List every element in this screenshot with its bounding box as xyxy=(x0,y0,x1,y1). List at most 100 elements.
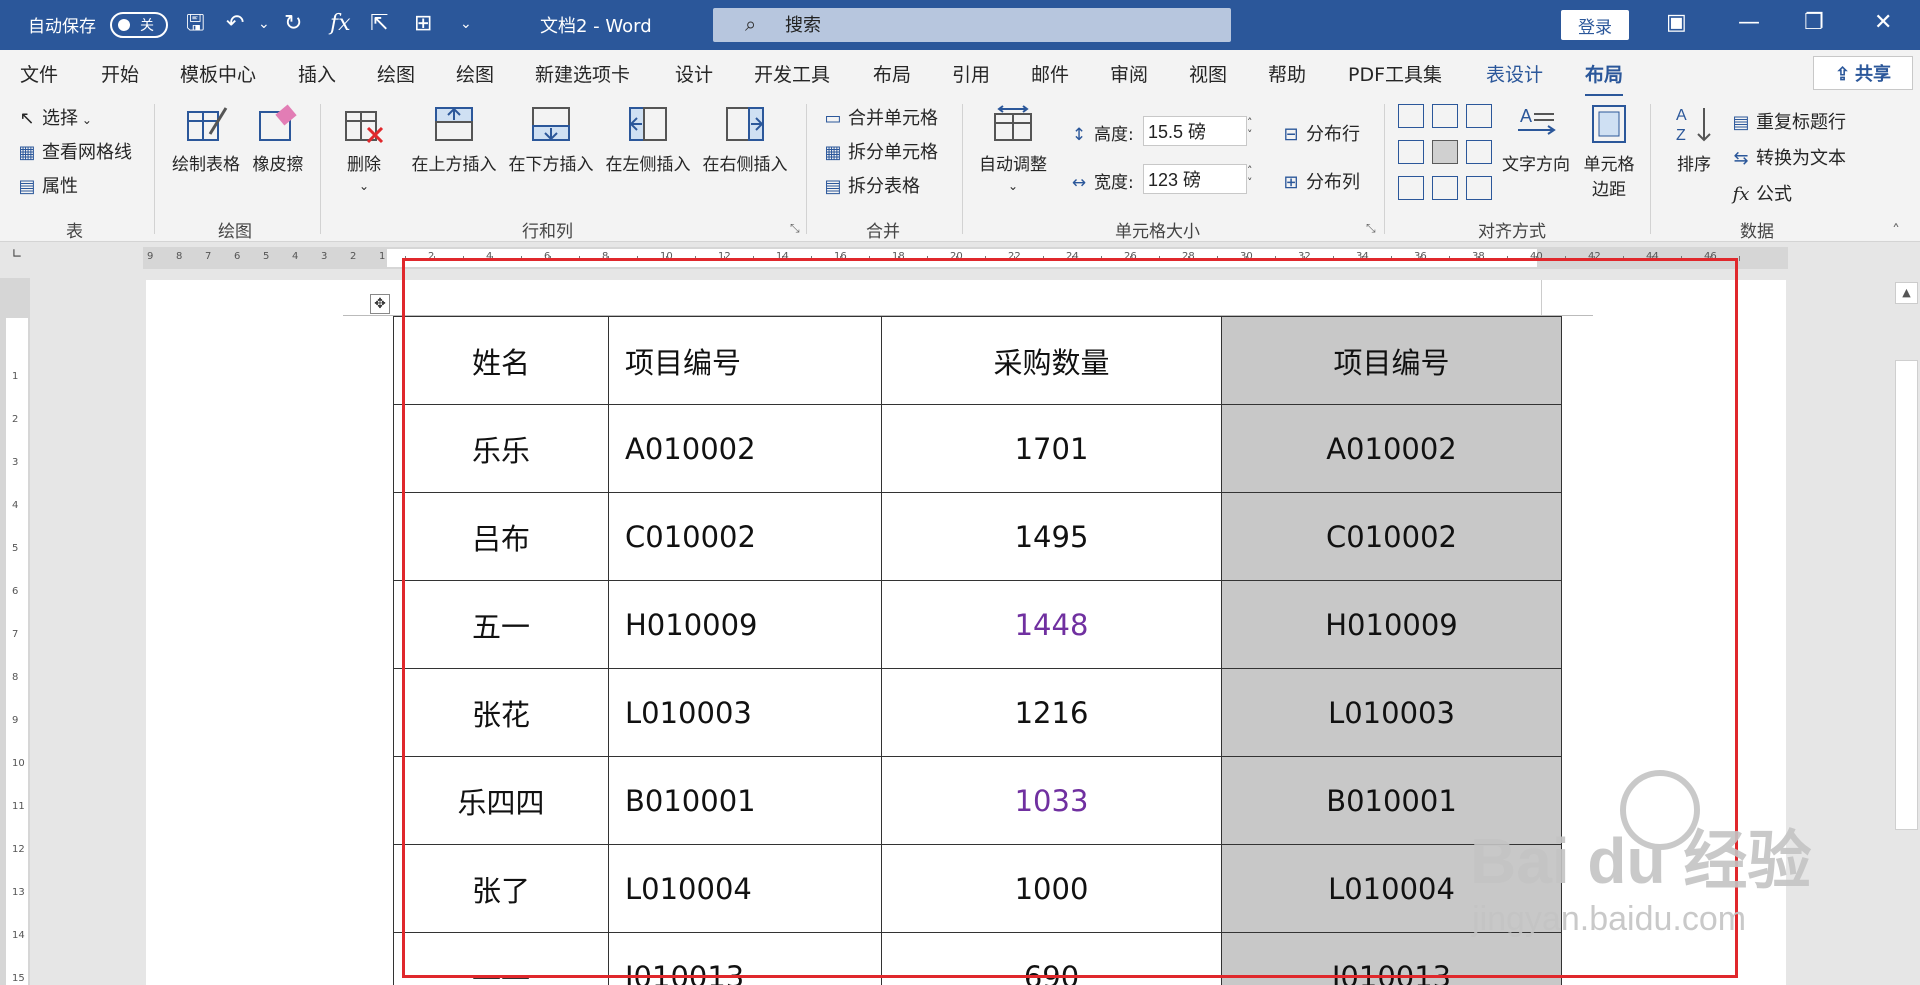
align-top-left-icon[interactable] xyxy=(1398,104,1424,128)
tab-review[interactable]: 审阅 xyxy=(1110,60,1148,87)
close-icon[interactable]: ✕ xyxy=(1874,10,1892,35)
cell-size-launcher-icon[interactable]: ⤡ xyxy=(1366,221,1376,236)
distribute-rows-button[interactable]: ⊟ 分布行 xyxy=(1280,120,1360,146)
select-button[interactable]: ↖ 选择 ⌄ xyxy=(16,104,91,130)
align-bottom-center-icon[interactable] xyxy=(1432,176,1458,200)
merge-cells-button[interactable]: ▭ 合并单元格 xyxy=(822,104,938,130)
align-top-right-icon[interactable] xyxy=(1466,104,1492,128)
insert-below-button[interactable]: 在下方插入 xyxy=(505,104,597,175)
scroll-up-icon[interactable]: ▲ xyxy=(1895,282,1918,304)
tab-design[interactable]: 设计 xyxy=(675,60,713,87)
table-cell[interactable]: 张花 xyxy=(393,668,609,757)
table-cell[interactable]: A010002 xyxy=(1221,404,1562,493)
table-cell[interactable]: 张了 xyxy=(393,844,609,933)
table-cell[interactable]: 690 xyxy=(881,932,1222,985)
split-table-button[interactable]: ▤ 拆分表格 xyxy=(822,172,920,198)
align-middle-right-icon[interactable] xyxy=(1466,140,1492,164)
insert-left-button[interactable]: 在左侧插入 xyxy=(602,104,694,175)
tab-new-tab[interactable]: 新建选项卡 xyxy=(535,60,630,87)
draw-table-button[interactable]: 绘制表格 xyxy=(168,104,244,175)
table-cell[interactable]: L010004 xyxy=(608,844,882,933)
tab-help[interactable]: 帮助 xyxy=(1268,60,1306,87)
repeat-header-button[interactable]: ▤ 重复标题行 xyxy=(1730,108,1846,134)
table-cell[interactable]: L010003 xyxy=(1221,668,1562,757)
align-bottom-right-icon[interactable] xyxy=(1466,176,1492,200)
table-cell[interactable]: C010002 xyxy=(1221,492,1562,581)
table-header-cell[interactable]: 姓名 xyxy=(393,316,609,405)
undo-dropdown-icon[interactable]: ⌄ xyxy=(258,10,270,38)
column-width-input[interactable] xyxy=(1143,164,1247,194)
tab-layout[interactable]: 布局 xyxy=(873,60,911,87)
properties-button[interactable]: ▤ 属性 xyxy=(16,172,78,198)
width-spinner-icon[interactable]: ˄ ˅ xyxy=(1247,165,1253,189)
tab-mailings[interactable]: 邮件 xyxy=(1031,60,1069,87)
redo-icon[interactable]: ↻ xyxy=(284,10,302,38)
rows-cols-launcher-icon[interactable]: ⤡ xyxy=(790,221,800,236)
autofit-button[interactable]: 自动调整 ⌄ xyxy=(972,104,1054,195)
table-cell[interactable]: 乐乐 xyxy=(393,404,609,493)
align-center-icon[interactable] xyxy=(1432,140,1458,164)
ribbon-display-icon[interactable]: ▣ xyxy=(1666,10,1687,35)
tab-references[interactable]: 引用 xyxy=(952,60,990,87)
tab-view[interactable]: 视图 xyxy=(1189,60,1227,87)
table-cell[interactable]: 一一 xyxy=(393,932,609,985)
undo-icon[interactable]: ↶ xyxy=(226,10,244,38)
share-button[interactable]: ⇪ 共享 xyxy=(1813,56,1913,90)
tab-file[interactable]: 文件 xyxy=(20,60,58,87)
vertical-ruler[interactable]: 1 2 3 4 5 6 7 8 9 10 11 12 13 14 15 xyxy=(0,278,30,985)
table-cell[interactable]: 1701 xyxy=(881,404,1222,493)
row-height-input[interactable] xyxy=(1143,116,1247,146)
align-middle-left-icon[interactable] xyxy=(1398,140,1424,164)
save-icon[interactable]: 🖫 xyxy=(186,10,205,38)
scroll-thumb[interactable] xyxy=(1895,360,1918,830)
data-table[interactable]: 姓名 项目编号 采购数量 项目编号 乐乐 A010002 1701 A01000… xyxy=(393,316,1562,985)
delete-button[interactable]: 删除 ⌄ xyxy=(334,104,394,195)
search-box[interactable]: ⌕ xyxy=(713,8,1231,42)
align-bottom-left-icon[interactable] xyxy=(1398,176,1424,200)
touch-mode-icon[interactable]: ⇱ xyxy=(370,10,388,38)
table-cell[interactable]: I010013 xyxy=(608,932,882,985)
tab-draw-2[interactable]: 绘图 xyxy=(456,60,494,87)
align-top-center-icon[interactable] xyxy=(1432,104,1458,128)
horizontal-ruler[interactable]: 9 8 7 6 5 4 3 2 1 2 4 6 8 10 12 14 16 18 20 22 24 26 28 30 32 34 3… xyxy=(143,247,1788,269)
tab-table-design[interactable]: 表设计 xyxy=(1486,60,1543,87)
login-button[interactable]: 登录 xyxy=(1561,10,1629,40)
tab-selector[interactable]: ∟ xyxy=(0,247,34,269)
vertical-scrollbar[interactable]: ▲ xyxy=(1893,280,1920,985)
tab-draw-1[interactable]: 绘图 xyxy=(377,60,415,87)
tab-templates[interactable]: 模板中心 xyxy=(180,60,256,87)
formula-button[interactable]: fx 公式 xyxy=(1730,180,1792,206)
table-cell[interactable]: A010002 xyxy=(608,404,882,493)
table-cell[interactable]: H010009 xyxy=(1221,580,1562,669)
table-cell[interactable]: 吕布 xyxy=(393,492,609,581)
sort-button[interactable]: AZ 排序 xyxy=(1662,104,1726,175)
text-direction-button[interactable]: A 文字方向 xyxy=(1496,104,1576,175)
insert-above-button[interactable]: 在上方插入 xyxy=(408,104,500,175)
hierarchy-icon[interactable]: ⊞ xyxy=(414,10,432,38)
table-header-cell[interactable]: 项目编号 xyxy=(608,316,882,405)
table-cell[interactable]: H010009 xyxy=(608,580,882,669)
formula-icon[interactable]: fx xyxy=(330,10,351,38)
table-cell[interactable]: 五一 xyxy=(393,580,609,669)
table-cell[interactable]: 乐四四 xyxy=(393,756,609,845)
table-move-handle-icon[interactable]: ✥ xyxy=(370,294,390,314)
collapse-ribbon-icon[interactable]: ˄ xyxy=(1892,221,1900,240)
tab-table-layout[interactable]: 布局 xyxy=(1585,60,1624,97)
minimize-icon[interactable]: — xyxy=(1738,10,1760,35)
search-input[interactable] xyxy=(785,13,1205,37)
table-header-cell[interactable]: 项目编号 xyxy=(1221,316,1562,405)
view-gridlines-button[interactable]: ▦ 查看网格线 xyxy=(16,138,132,164)
table-cell[interactable]: 1000 xyxy=(881,844,1222,933)
table-cell[interactable]: C010002 xyxy=(608,492,882,581)
customize-toolbar-icon[interactable]: ⌄ xyxy=(460,10,472,38)
tab-home[interactable]: 开始 xyxy=(101,60,139,87)
tab-pdf-tools[interactable]: PDF工具集 xyxy=(1348,60,1442,87)
table-cell[interactable]: L010003 xyxy=(608,668,882,757)
table-cell-highlighted[interactable]: 1448 xyxy=(881,580,1222,669)
tab-insert[interactable]: 插入 xyxy=(298,60,336,87)
distribute-cols-button[interactable]: ⊞ 分布列 xyxy=(1280,168,1360,194)
table-header-cell[interactable]: 采购数量 xyxy=(881,316,1222,405)
restore-icon[interactable]: ❐ xyxy=(1804,10,1824,35)
convert-to-text-button[interactable]: ⇆ 转换为文本 xyxy=(1730,144,1846,170)
height-spinner-icon[interactable]: ˄ ˅ xyxy=(1247,117,1253,141)
